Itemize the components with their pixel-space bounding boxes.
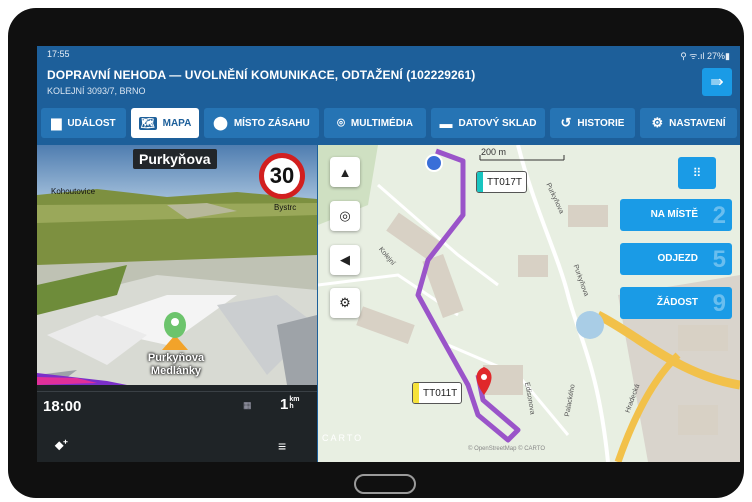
place-label-right: Bystrc	[274, 203, 297, 212]
tab-label: MÍSTO ZÁSAHU	[233, 117, 310, 129]
vehicle-color-bar	[413, 383, 419, 403]
map-attribution: © OpenStreetMap © CARTO	[468, 446, 545, 452]
navigation-view[interactable]: Purkyňova 30 Kohoutovice Bystrc Purkyňov…	[37, 145, 317, 462]
document-icon: ▆	[51, 115, 62, 130]
tab-label: DATOVÝ SKLAD	[458, 117, 537, 129]
tab-label: MAPA	[162, 117, 192, 129]
add-waypoint-button[interactable]: ⬥⁺	[55, 438, 68, 453]
folder-icon: ▬	[439, 115, 453, 131]
place-label-left: Kohoutovice	[51, 187, 96, 196]
vehicle-marker-tt011t[interactable]: TT011T	[412, 382, 463, 404]
action-count: 9	[712, 290, 726, 317]
keypad-icon: ⠿	[692, 166, 702, 180]
map-settings-button[interactable]: ⚙	[330, 288, 360, 318]
grid-icon: ▦	[243, 400, 252, 410]
locate-button[interactable]: ◎	[330, 201, 360, 231]
incident-header: DOPRAVNÍ NEHODA — UVOLNĚNÍ KOMUNIKACE, O…	[37, 62, 740, 104]
destination-label: Purkyňova Medlánky	[141, 352, 211, 378]
map-icon: 🗺	[138, 116, 157, 130]
tab-datovy-sklad[interactable]: ▬ DATOVÝ SKLAD	[431, 108, 545, 138]
odjezd-button[interactable]: ODJEZD 5	[620, 243, 732, 275]
action-label: NA MÍSTĚ	[650, 209, 698, 220]
distance-value: 1	[280, 396, 289, 413]
gear-icon: ⚙	[651, 115, 664, 130]
tablet-home-button[interactable]	[354, 474, 416, 494]
vehicle-label: TT011T	[423, 387, 458, 399]
main-tabs: ▆ UDÁLOST 🗺 MAPA ⬤ MÍSTO ZÁSAHU ⌾ MULTIM…	[37, 108, 740, 140]
logout-arrow-icon: ⇛	[710, 74, 724, 91]
tab-label: MULTIMÉDIA	[350, 117, 413, 129]
action-count: 2	[712, 202, 726, 229]
action-count: 5	[712, 246, 726, 273]
tab-misto-zasahu[interactable]: ⬤ MÍSTO ZÁSAHU	[204, 108, 319, 138]
tab-nastaveni[interactable]: ⚙ NASTAVENÍ	[640, 108, 737, 138]
status-system-icons: ⚲ ᯤ.ıl 27%▮	[680, 51, 730, 61]
crosshair-icon: ◎	[339, 208, 351, 223]
navigation-bottom-bar: 18:00 ▦ 1km h ⬥⁺ ≡	[37, 392, 317, 462]
camera-scan-icon: ⌾	[337, 115, 345, 130]
time-unit: h	[289, 403, 294, 410]
status-time: 17:55	[47, 49, 70, 59]
vehicle-label: TT017T	[487, 176, 523, 188]
speed-limit-sign: 30	[259, 153, 305, 199]
map-watermark: CARTO	[322, 433, 364, 443]
tab-label: UDÁLOST	[67, 117, 116, 129]
tab-udalost[interactable]: ▆ UDÁLOST	[41, 108, 126, 138]
map-scale-label: 200 m	[481, 147, 507, 157]
history-icon: ↺	[560, 115, 572, 130]
distance-remaining: 1km h	[280, 396, 299, 413]
speaker-icon: ◀	[340, 252, 350, 267]
action-label: ŽÁDOST	[656, 297, 698, 308]
pin-plus-icon: ⬥⁺	[55, 438, 68, 452]
navigation-arrow-icon: ▲	[338, 164, 352, 180]
destination-street: Purkyňova	[147, 352, 205, 364]
compass-button[interactable]: ▲	[330, 157, 360, 187]
na-miste-button[interactable]: NA MÍSTĚ 2	[620, 199, 732, 231]
tab-mapa[interactable]: 🗺 MAPA	[131, 108, 199, 138]
keypad-button[interactable]: ⠿	[678, 157, 716, 189]
distance-unit: km	[289, 396, 300, 403]
location-pin-icon: ⬤	[213, 115, 228, 130]
gear-icon: ⚙	[339, 295, 351, 310]
status-bar: 17:55 ⚲ ᯤ.ıl 27%▮	[37, 46, 740, 62]
tab-historie[interactable]: ↺ HISTORIE	[550, 108, 635, 138]
logout-button[interactable]: ⇛	[702, 68, 732, 96]
tab-multimedia[interactable]: ⌾ MULTIMÉDIA	[324, 108, 426, 138]
incident-title: DOPRAVNÍ NEHODA — UVOLNĚNÍ KOMUNIKACE, O…	[47, 68, 476, 82]
incident-address: KOLEJNÍ 3093/7, BRNO	[47, 86, 146, 96]
map-view[interactable]: 200 m TT017T TT011T Purkyňova Purkyňova …	[318, 145, 740, 462]
tab-label: NASTAVENÍ	[669, 117, 726, 129]
sound-button[interactable]: ◀	[330, 245, 360, 275]
zadost-button[interactable]: ŽÁDOST 9	[620, 287, 732, 319]
current-street-label: Purkyňova	[133, 149, 217, 169]
vehicle-marker-tt017t[interactable]: TT017T	[476, 171, 528, 193]
vehicle-color-bar	[477, 172, 483, 192]
destination-area: Medlánky	[150, 365, 202, 377]
action-label: ODJEZD	[657, 253, 698, 264]
menu-icon: ≡	[278, 438, 287, 454]
arrival-time: 18:00	[43, 398, 82, 415]
navigation-menu-button[interactable]: ≡	[278, 438, 286, 454]
tab-label: HISTORIE	[577, 117, 625, 129]
app-screen: 17:55 ⚲ ᯤ.ıl 27%▮ DOPRAVNÍ NEHODA — UVOL…	[37, 46, 740, 462]
